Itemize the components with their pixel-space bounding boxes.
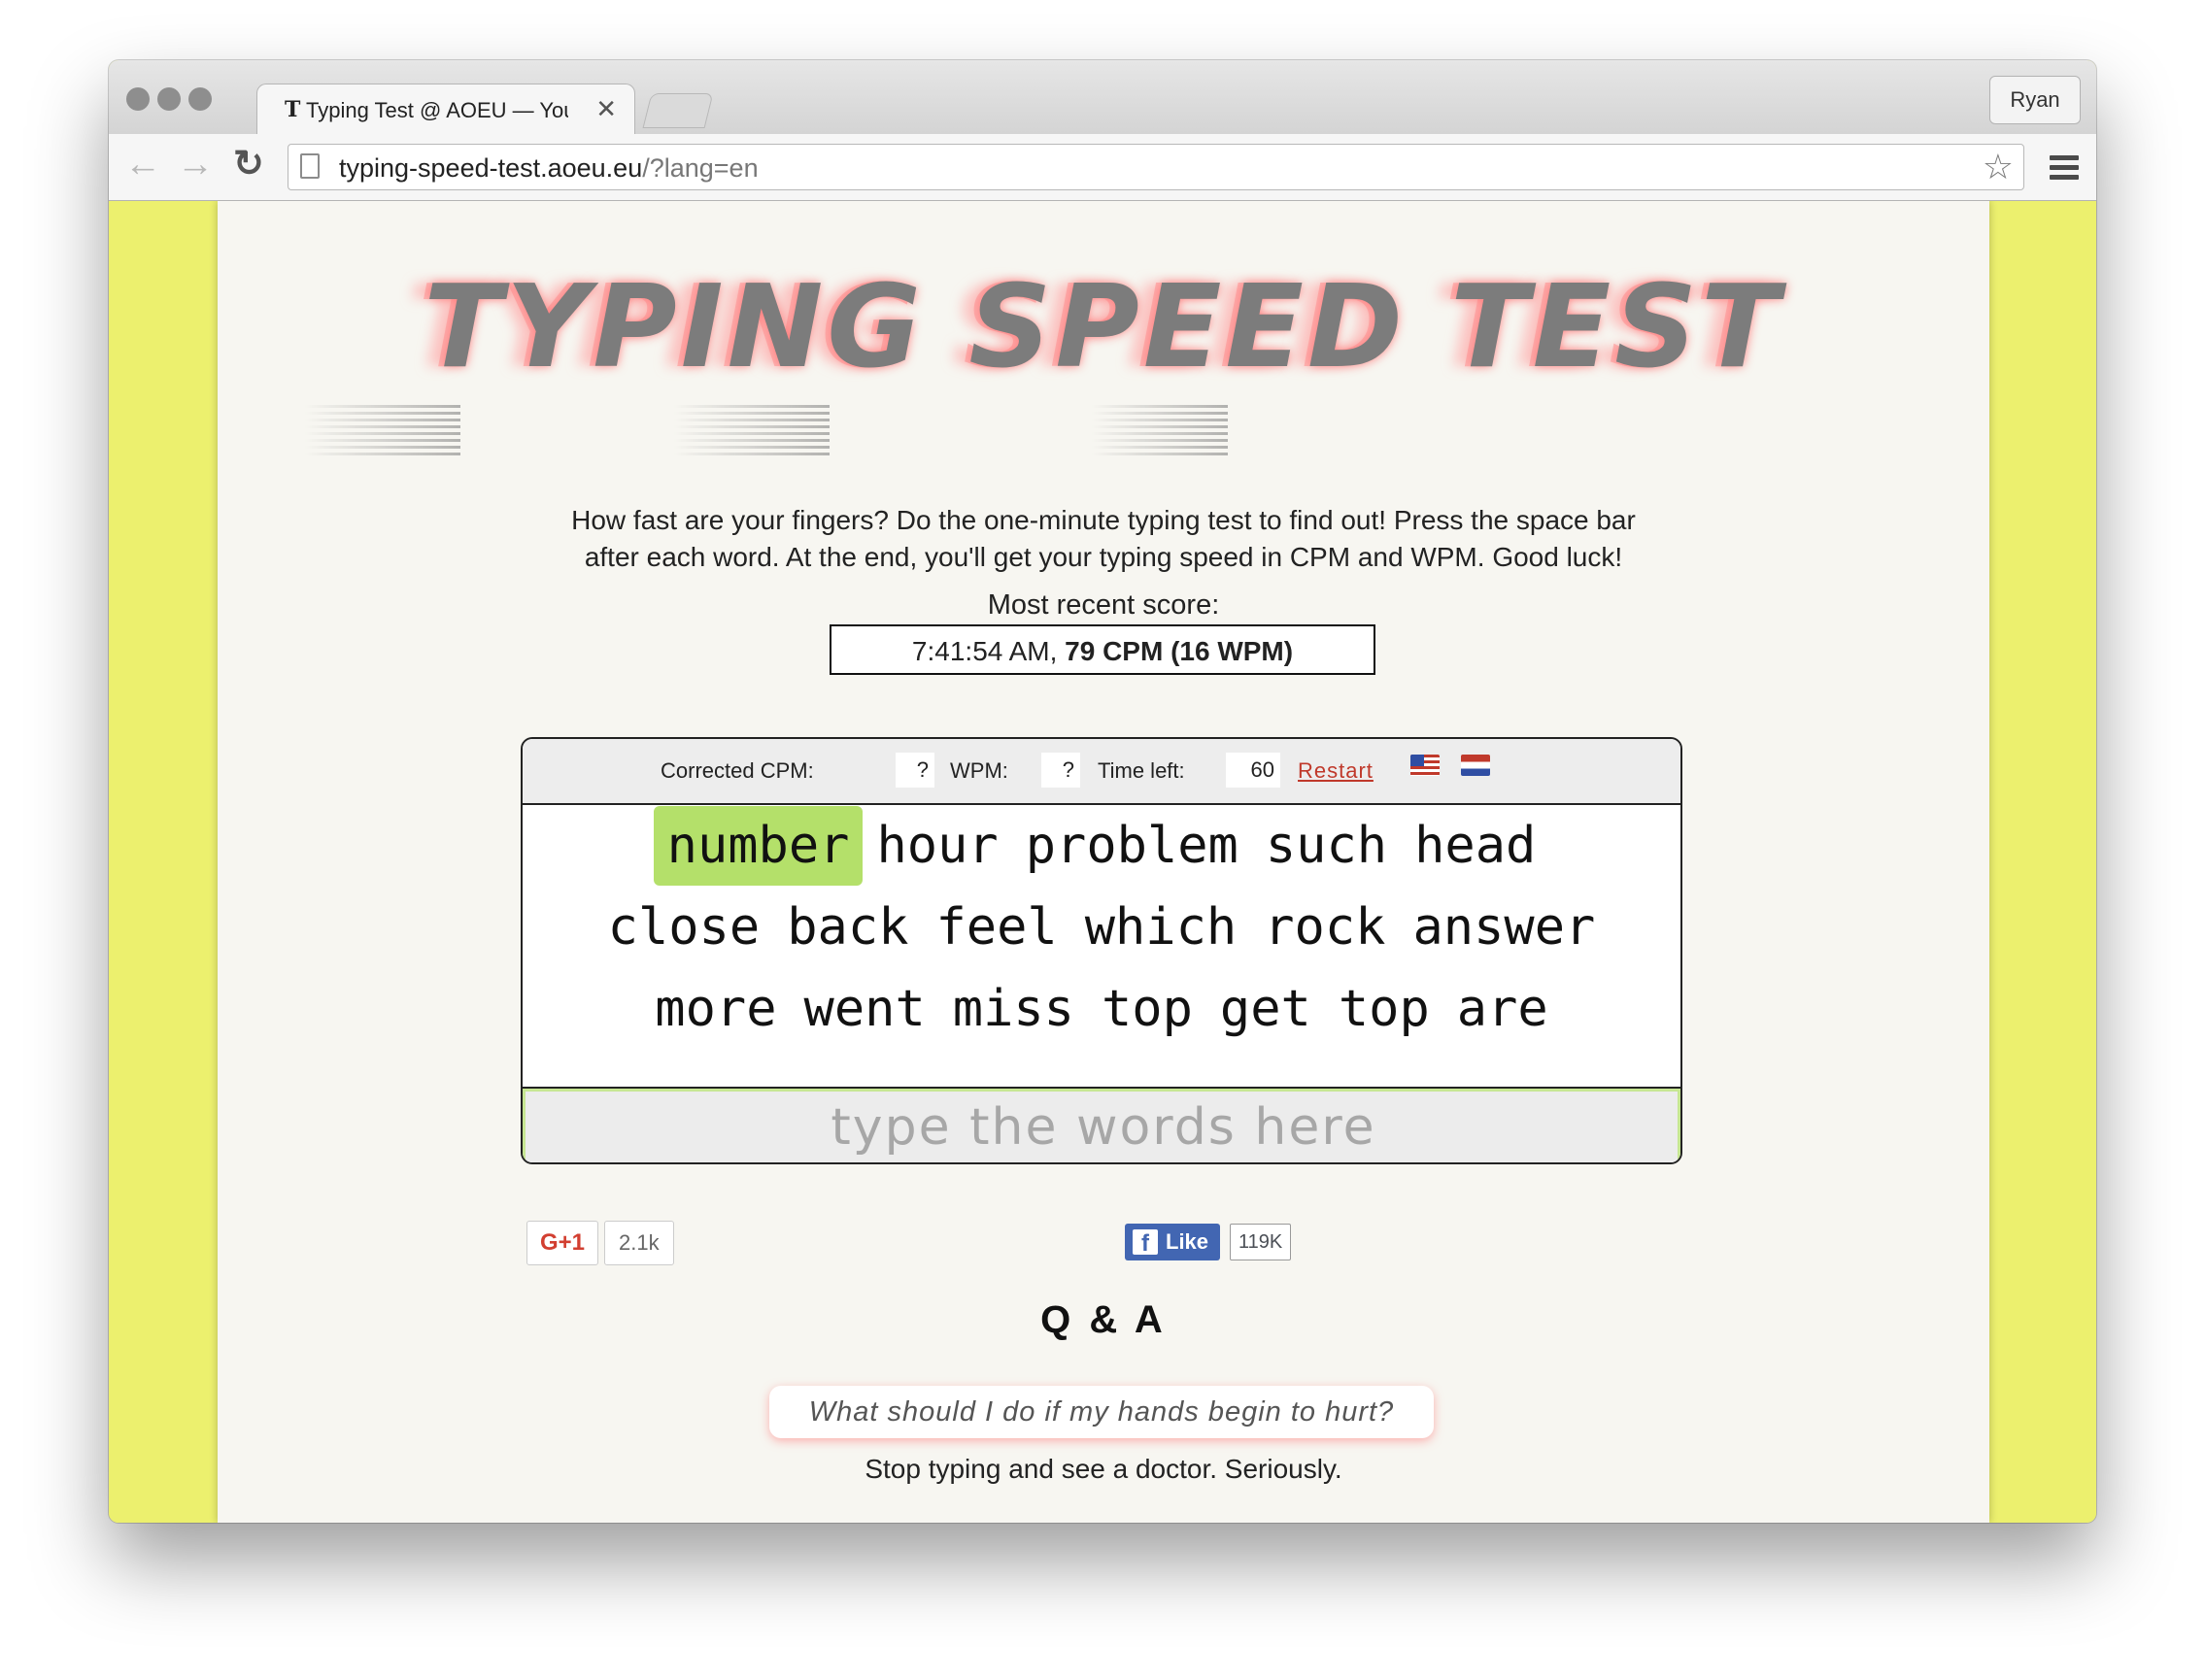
- bookmark-star-icon[interactable]: ☆: [1983, 147, 2014, 187]
- word: feel: [935, 898, 1058, 957]
- corrected-cpm-label: Corrected CPM:: [661, 758, 814, 783]
- back-arrow-icon[interactable]: ←: [124, 144, 161, 185]
- word: such: [1265, 817, 1388, 875]
- browser-toolbar: ← → ↻ typing-speed-test.aoeu.eu/?lang=en…: [109, 134, 2096, 201]
- restart-link[interactable]: Restart: [1298, 758, 1374, 784]
- current-word: number: [653, 806, 864, 886]
- google-plus-widget: G+1 2.1k: [526, 1221, 674, 1265]
- us-flag-icon[interactable]: [1410, 755, 1440, 776]
- word: hour: [876, 817, 999, 875]
- word: close: [607, 898, 761, 957]
- tab-bar: T Typing Test @ AOEU — You ✕ Ryan: [109, 60, 2096, 135]
- corrected-cpm-value: ?: [896, 753, 934, 788]
- logo-speed-lines: [1092, 405, 1228, 455]
- word: back: [787, 898, 909, 957]
- url-path: /?lang=en: [642, 153, 759, 183]
- facebook-like-widget: f Like 119K: [1125, 1224, 1292, 1260]
- word: more: [655, 980, 777, 1038]
- address-bar[interactable]: typing-speed-test.aoeu.eu/?lang=en ☆: [288, 144, 2024, 190]
- site-logo: TYPING SPEED TEST: [424, 259, 1783, 393]
- close-window-button[interactable]: [126, 87, 150, 111]
- word: problem: [1025, 817, 1238, 875]
- word: head: [1414, 817, 1537, 875]
- qa-question[interactable]: What should I do if my hands begin to hu…: [769, 1386, 1434, 1438]
- intro-line: How fast are your fingers? Do the one-mi…: [571, 505, 1636, 535]
- word: answer: [1412, 898, 1596, 957]
- url-text[interactable]: typing-speed-test.aoeu.eu/?lang=en: [339, 153, 759, 184]
- favicon-icon: T: [285, 97, 301, 122]
- qa-title: Q & A: [1040, 1298, 1167, 1341]
- tab-typing-test[interactable]: T Typing Test @ AOEU — You ✕: [256, 84, 635, 135]
- typing-test-box: Corrected CPM: ? WPM: ? Time left: 60 Re…: [521, 737, 1682, 1164]
- page-viewport: TYPING SPEED TEST How fast are your fing…: [109, 201, 2096, 1523]
- intro-text: How fast are your fingers? Do the one-mi…: [218, 502, 1989, 576]
- wpm-label: WPM:: [950, 758, 1008, 783]
- qa-answer: Stop typing and see a doctor. Seriously.: [865, 1454, 1342, 1484]
- word-line: close back feel which rock answer: [523, 887, 1680, 968]
- facebook-icon: f: [1133, 1229, 1158, 1257]
- minimize-window-button[interactable]: [157, 87, 181, 111]
- recent-score-label: Most recent score:: [987, 589, 1220, 621]
- wpm-value: ?: [1041, 753, 1080, 788]
- facebook-like-label: Like: [1166, 1229, 1209, 1254]
- word: rock: [1264, 898, 1386, 957]
- recent-score-value: 79 CPM (16 WPM): [1065, 636, 1294, 666]
- new-tab-button[interactable]: [642, 93, 714, 128]
- profile-button[interactable]: Ryan: [1989, 76, 2081, 124]
- page-content: TYPING SPEED TEST How fast are your fing…: [218, 201, 1989, 1523]
- intro-line: after each word. At the end, you'll get …: [584, 542, 1623, 572]
- word-list: number hour problem such head close back feel wh…: [523, 805, 1680, 1087]
- google-plus-count: 2.1k: [604, 1221, 674, 1265]
- reload-icon[interactable]: ↻: [233, 142, 264, 185]
- google-plus-one-button[interactable]: G+1: [526, 1221, 598, 1265]
- browser-window: T Typing Test @ AOEU — You ✕ Ryan ← → ↻ …: [109, 60, 2096, 1523]
- typing-input[interactable]: [523, 1089, 1680, 1162]
- zoom-window-button[interactable]: [188, 87, 212, 111]
- logo-speed-lines: [305, 405, 460, 455]
- word: top: [1338, 980, 1430, 1038]
- word: are: [1456, 980, 1548, 1038]
- tab-title: Typing Test @ AOEU — You: [306, 98, 568, 122]
- forward-arrow-icon[interactable]: →: [177, 144, 214, 185]
- close-tab-icon[interactable]: ✕: [595, 94, 617, 124]
- typing-input-row: [523, 1087, 1680, 1162]
- word: which: [1084, 898, 1238, 957]
- word: top: [1102, 980, 1193, 1038]
- word: went: [803, 980, 926, 1038]
- facebook-like-button[interactable]: f Like: [1125, 1224, 1221, 1260]
- word: miss: [952, 980, 1074, 1038]
- word-line: more went miss top get top are: [523, 968, 1680, 1050]
- stats-bar: Corrected CPM: ? WPM: ? Time left: 60 Re…: [523, 739, 1680, 805]
- word: get: [1219, 980, 1311, 1038]
- nl-flag-icon[interactable]: [1461, 755, 1490, 776]
- logo-speed-lines: [674, 405, 830, 455]
- hamburger-menu-icon[interactable]: [2050, 155, 2079, 185]
- time-left-value: 60: [1226, 753, 1280, 788]
- page-icon: [300, 153, 320, 179]
- url-domain: typing-speed-test.aoeu.eu: [339, 153, 643, 183]
- recent-score-time: 7:41:54 AM,: [911, 636, 1058, 666]
- time-left-label: Time left:: [1098, 758, 1185, 783]
- word-line: number hour problem such head: [523, 805, 1680, 887]
- facebook-like-count: 119K: [1230, 1224, 1292, 1260]
- recent-score-box: 7:41:54 AM, 79 CPM (16 WPM): [830, 624, 1375, 675]
